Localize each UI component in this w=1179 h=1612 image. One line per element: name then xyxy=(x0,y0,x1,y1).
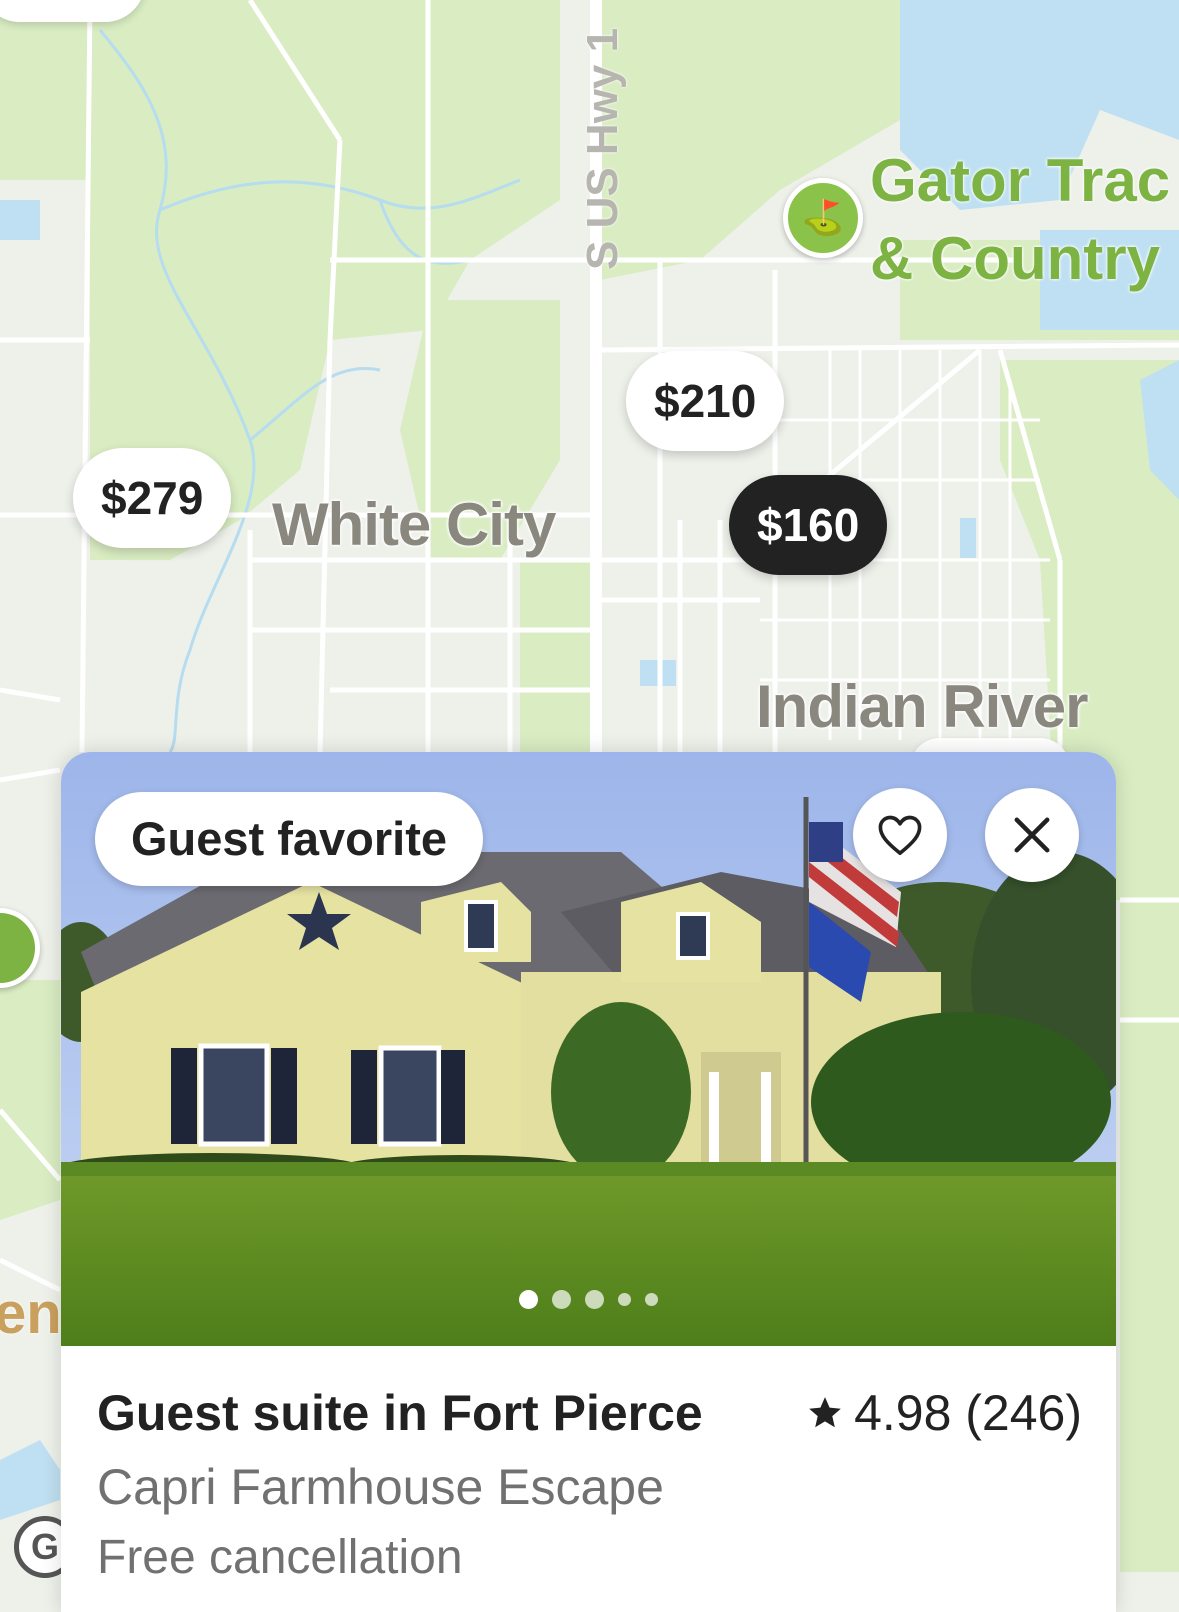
listing-subtitle: Capri Farmhouse Escape xyxy=(97,1459,664,1515)
favorite-button[interactable] xyxy=(853,788,947,882)
heart-icon xyxy=(878,815,922,856)
listing-title: Guest suite in Fort Pierce xyxy=(97,1385,703,1441)
price-pin[interactable]: $279 xyxy=(73,448,232,548)
photo-pagination xyxy=(61,1290,1116,1309)
guest-favorite-badge: Guest favorite xyxy=(95,792,484,886)
pagination-dot[interactable] xyxy=(519,1290,538,1309)
place-label-white-city: White City xyxy=(272,491,556,558)
rating-value: 4.98 (246) xyxy=(854,1385,1082,1441)
place-label-indian-river: Indian River xyxy=(756,673,1088,740)
pagination-dot[interactable] xyxy=(618,1293,631,1306)
listing-rating: 4.98 (246) xyxy=(806,1384,1082,1442)
price-pin[interactable]: $210 xyxy=(626,351,785,451)
pagination-dot[interactable] xyxy=(585,1290,604,1309)
listing-card[interactable]: Guest favorite Guest suite in Fort Pierc… xyxy=(61,752,1116,1612)
listing-info: Guest suite in Fort Pierce 4.98 (246) Ca… xyxy=(97,1384,1082,1585)
poi-label-line2: & Country xyxy=(870,225,1160,292)
star-icon xyxy=(809,1397,841,1428)
price-pin-selected[interactable]: $160 xyxy=(729,475,888,575)
pagination-dot[interactable] xyxy=(645,1293,658,1306)
golf-icon[interactable]: ⛳ xyxy=(783,178,863,258)
place-label-partial: en xyxy=(0,1281,62,1346)
poi-label-line1: Gator Trac xyxy=(870,147,1171,214)
pagination-dot[interactable] xyxy=(552,1290,571,1309)
close-button[interactable] xyxy=(985,788,1079,882)
poi-label-gator-trace[interactable]: Gator Trac & Country xyxy=(870,142,1170,298)
listing-cancellation: Free cancellation xyxy=(97,1531,463,1584)
road-label-us1: S US Hwy 1 xyxy=(578,27,627,270)
close-icon xyxy=(1014,817,1050,853)
